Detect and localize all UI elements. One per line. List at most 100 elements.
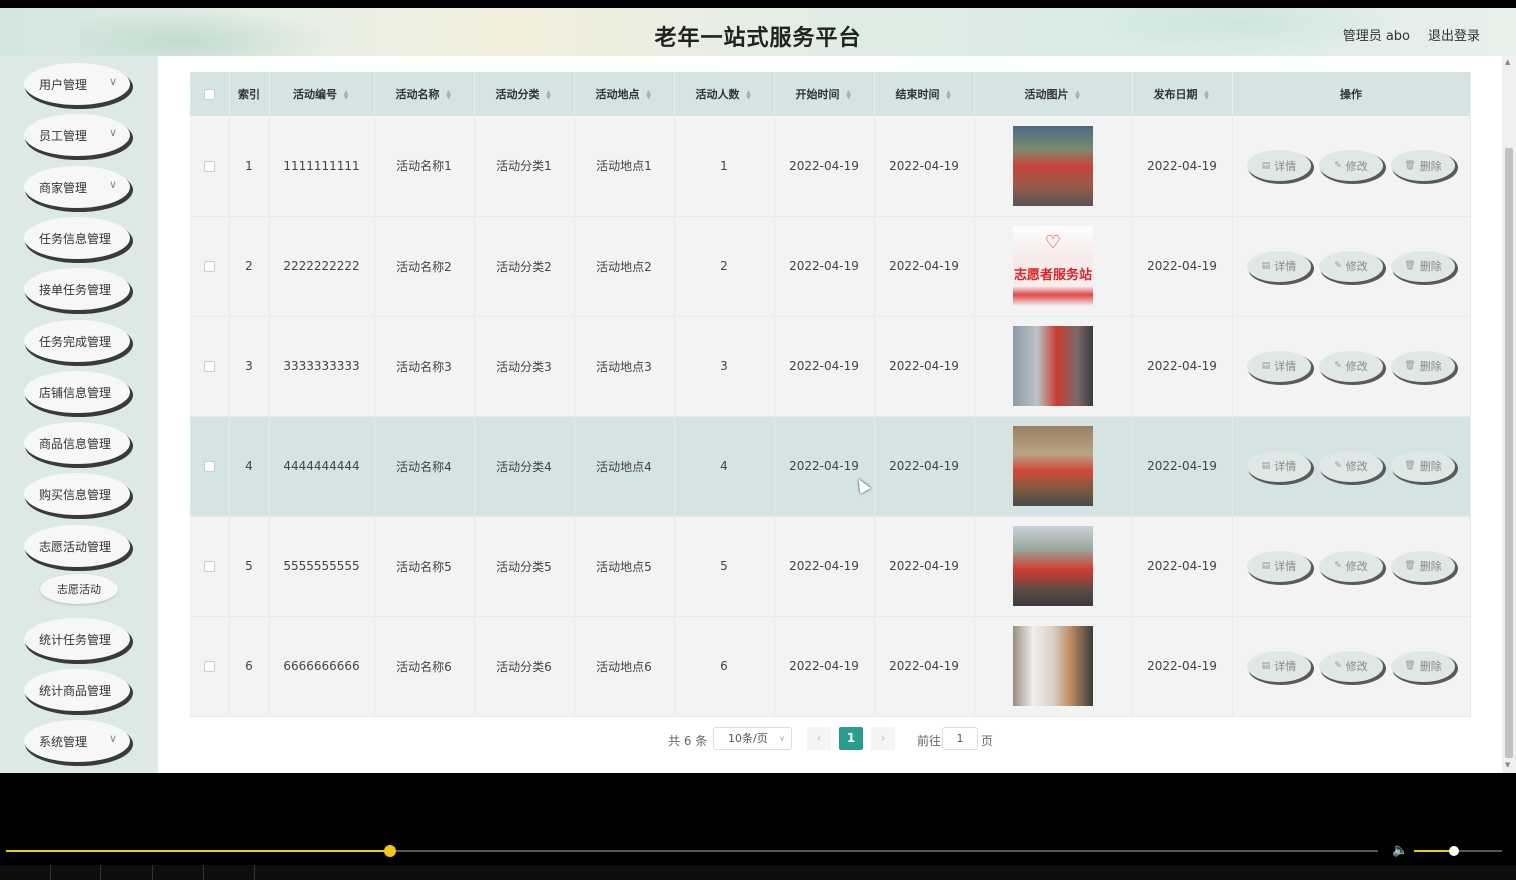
sort-icon[interactable]: ▲ ▼: [945, 90, 953, 101]
row-checkbox[interactable]: [203, 261, 215, 272]
column-header[interactable]: 活动编号 ▲ ▼: [269, 72, 375, 116]
table-row[interactable]: 4 4444444444 活动名称4 活动分类4 活动地点4 4 2022-04-19 202…: [190, 416, 1471, 517]
top-header: 老年一站式服务平台 管理员 abo 退出登录: [0, 8, 1516, 56]
start-time-cell: 2022-04-19: [774, 216, 875, 317]
sidebar-item-shop-info[interactable]: 店铺信息管理: [24, 371, 130, 413]
logout-button[interactable]: 退出登录: [1428, 25, 1480, 44]
column-header[interactable]: 活动分类 ▲ ▼: [474, 72, 575, 116]
page-number-current[interactable]: 1: [839, 727, 863, 750]
column-header[interactable]: 结束时间 ▲ ▼: [874, 72, 975, 116]
sort-icon[interactable]: ▲ ▼: [1074, 90, 1082, 101]
edit-button[interactable]: ✎ 修改: [1319, 550, 1383, 582]
activity-image[interactable]: [1013, 426, 1093, 506]
row-checkbox[interactable]: [203, 661, 215, 672]
next-page-button[interactable]: ›: [871, 727, 895, 750]
column-label: 活动分类: [495, 88, 540, 101]
activity-image[interactable]: [1013, 526, 1093, 606]
sidebar-item-task-info[interactable]: 任务信息管理: [24, 217, 130, 259]
sort-icon[interactable]: ▲ ▼: [445, 90, 453, 101]
edit-button[interactable]: ✎ 修改: [1319, 250, 1383, 282]
row-checkbox[interactable]: [203, 461, 215, 472]
sort-icon[interactable]: ▲ ▼: [545, 90, 553, 101]
detail-button[interactable]: ▤ 详情: [1247, 550, 1311, 582]
prev-page-button[interactable]: ‹: [807, 727, 831, 750]
sidebar-item-label: 统计商品管理: [39, 683, 112, 698]
scroll-up-icon[interactable]: ▲: [1505, 58, 1510, 66]
column-header[interactable]: 发布日期 ▲ ▼: [1132, 72, 1233, 116]
column-header[interactable]: 活动地点 ▲ ▼: [574, 72, 675, 116]
place-cell: 活动地点5: [574, 516, 675, 617]
sort-icon[interactable]: ▲ ▼: [342, 90, 350, 101]
delete-button[interactable]: 🗑 删除: [1391, 450, 1455, 482]
goto-page-input[interactable]: 1: [942, 727, 978, 750]
action-label: 删除: [1419, 260, 1442, 273]
sidebar-subitem-volunteer[interactable]: 志愿活动: [40, 574, 118, 604]
delete-button[interactable]: 🗑 删除: [1391, 550, 1455, 582]
edit-button[interactable]: ✎ 修改: [1319, 150, 1383, 182]
sort-icon[interactable]: ▲ ▼: [645, 90, 653, 101]
activity-image[interactable]: [1013, 626, 1093, 706]
sidebar-item-system[interactable]: 系统管理 ∨: [24, 720, 130, 762]
table-row[interactable]: 5 5555555555 活动名称5 活动分类5 活动地点5 5 2022-04-19 202…: [190, 516, 1471, 617]
name-cell: 活动名称5: [374, 516, 475, 617]
delete-button[interactable]: 🗑 删除: [1391, 250, 1455, 282]
action-label: 修改: [1345, 460, 1368, 473]
column-header[interactable]: 活动图片 ▲ ▼: [974, 72, 1133, 116]
count-cell: 1: [674, 116, 775, 217]
column-header[interactable]: 活动名称 ▲ ▼: [374, 72, 475, 116]
sort-icon[interactable]: ▲ ▼: [745, 90, 753, 101]
code-cell: 5555555555: [269, 516, 375, 617]
edit-button[interactable]: ✎ 修改: [1319, 450, 1383, 482]
row-checkbox[interactable]: [203, 561, 215, 572]
sidebar-item-label: 商家管理: [39, 180, 88, 195]
sidebar-item-accepted-task[interactable]: 接单任务管理: [24, 268, 130, 310]
volume-knob[interactable]: [1448, 846, 1459, 856]
sidebar-item-purchase-info[interactable]: 购买信息管理: [24, 473, 130, 515]
column-header[interactable]: 活动人数 ▲ ▼: [674, 72, 775, 116]
volume-icon[interactable]: 🔈: [1392, 843, 1408, 858]
detail-button[interactable]: ▤ 详情: [1247, 350, 1311, 382]
scrollbar-thumb[interactable]: [1505, 148, 1513, 758]
delete-button[interactable]: 🗑 删除: [1391, 350, 1455, 382]
sidebar-item-goods-stats[interactable]: 统计商品管理: [24, 669, 130, 711]
action-label: 修改: [1345, 660, 1368, 673]
end-time-cell: 2022-04-19: [874, 216, 975, 317]
seek-knob[interactable]: [384, 845, 397, 857]
action-label: 删除: [1419, 360, 1442, 373]
activity-image[interactable]: [1013, 125, 1093, 206]
detail-button[interactable]: ▤ 详情: [1247, 150, 1311, 182]
table-row[interactable]: 6 6666666666 活动名称6 活动分类6 活动地点6 6 2022-04-19 202…: [190, 616, 1471, 717]
activity-image[interactable]: ♡ 志愿者服务站: [1013, 226, 1093, 306]
sidebar-item-user[interactable]: 用户管理 ∨: [24, 63, 130, 105]
sidebar-item-task-stats[interactable]: 统计任务管理: [24, 618, 130, 660]
row-checkbox[interactable]: [203, 160, 215, 172]
vertical-scrollbar[interactable]: ▲ ▼: [1502, 56, 1516, 773]
sidebar-item-task-complete[interactable]: 任务完成管理: [24, 320, 130, 362]
sidebar-item-staff[interactable]: 员工管理 ∨: [24, 114, 130, 156]
table-row[interactable]: 2 2222222222 活动名称2 活动分类2 活动地点2 2 2022-04-19 202…: [190, 216, 1471, 317]
scroll-down-icon[interactable]: ▼: [1505, 761, 1510, 769]
table-row[interactable]: 3 3333333333 活动名称3 活动分类3 活动地点3 3 2022-04-19 202…: [190, 316, 1471, 417]
activity-image[interactable]: [1013, 326, 1093, 406]
row-checkbox[interactable]: [203, 361, 215, 372]
column-label: 索引: [238, 88, 260, 101]
select-all-checkbox[interactable]: [203, 89, 215, 100]
delete-button[interactable]: 🗑 删除: [1391, 150, 1455, 182]
sidebar-item-goods-info[interactable]: 商品信息管理: [24, 422, 130, 464]
sort-icon[interactable]: ▲ ▼: [845, 90, 853, 101]
detail-button[interactable]: ▤ 详情: [1247, 250, 1311, 282]
sidebar-item-merchant[interactable]: 商家管理 ∨: [24, 166, 130, 208]
publish-date-cell: 2022-04-19: [1132, 316, 1233, 417]
detail-button[interactable]: ▤ 详情: [1247, 450, 1311, 482]
page-size-select[interactable]: 10条/页 ∨: [713, 727, 792, 750]
sidebar-item-label: 接单任务管理: [39, 282, 112, 297]
edit-button[interactable]: ✎ 修改: [1319, 650, 1383, 682]
chevron-down-icon: ∨: [108, 126, 117, 139]
table-row[interactable]: 1 1111111111 活动名称1 活动分类1 活动地点1 1 2022-04-19 202…: [190, 116, 1471, 217]
edit-button[interactable]: ✎ 修改: [1319, 350, 1383, 382]
detail-button[interactable]: ▤ 详情: [1247, 650, 1311, 682]
column-header[interactable]: 开始时间 ▲ ▼: [774, 72, 875, 116]
sort-icon[interactable]: ▲ ▼: [1203, 90, 1211, 101]
delete-button[interactable]: 🗑 删除: [1391, 650, 1455, 682]
sidebar-item-volunteer-activity[interactable]: 志愿活动管理: [24, 525, 130, 567]
